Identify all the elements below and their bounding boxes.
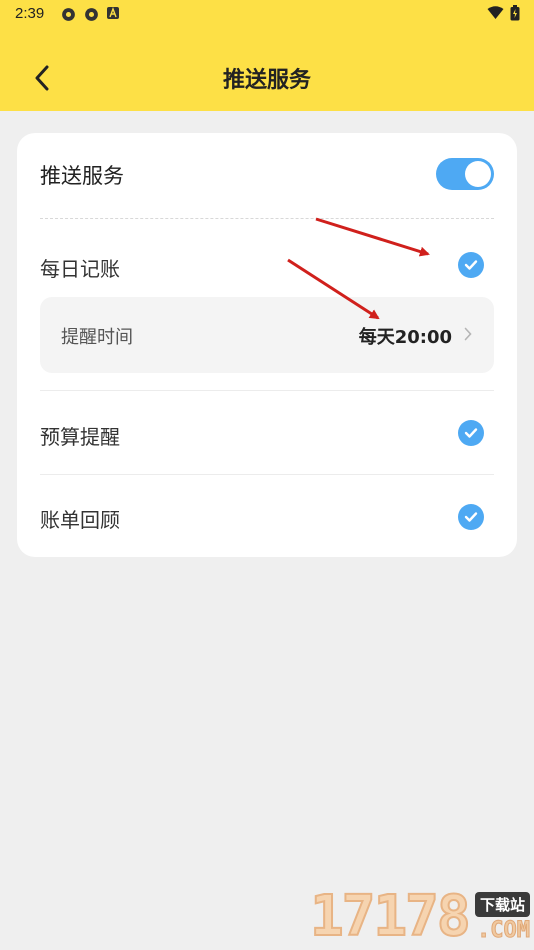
chevron-right-icon: [464, 327, 472, 341]
bill-review-checkbox[interactable]: [458, 504, 484, 530]
font-a-icon: [107, 7, 119, 19]
settings-gear-icon: [62, 8, 75, 21]
settings-card: 推送服务 每日记账 提醒时间 每天20:00 预算提醒 账单回顾: [17, 133, 517, 557]
dashed-divider: [40, 218, 494, 219]
status-icons-left: [60, 6, 120, 23]
divider: [40, 474, 494, 475]
budget-reminder-checkbox[interactable]: [458, 420, 484, 446]
status-bar: 2:39: [0, 0, 534, 28]
top-app-bar: 2:39 推送服务: [0, 0, 534, 111]
watermark-digits: 17178: [309, 883, 472, 950]
daily-bookkeeping-label: 每日记账: [40, 257, 120, 281]
watermark-logo: 17178 下载站 .COM: [309, 883, 534, 950]
divider: [40, 390, 494, 391]
battery-icon: [510, 5, 520, 21]
settings-gear-icon: [85, 8, 98, 21]
budget-reminder-label: 预算提醒: [40, 425, 120, 449]
daily-bookkeeping-checkbox[interactable]: [458, 252, 484, 278]
status-icons-right: [487, 5, 520, 21]
page-title: 推送服务: [222, 68, 311, 93]
checkmark-icon: [464, 428, 478, 438]
push-service-label: 推送服务: [40, 164, 124, 188]
checkmark-icon: [464, 260, 478, 270]
toggle-knob: [465, 161, 491, 187]
reminder-time-row[interactable]: 提醒时间 每天20:00: [40, 297, 494, 373]
bill-review-label: 账单回顾: [40, 508, 120, 532]
status-time: 2:39: [15, 5, 45, 22]
checkmark-icon: [464, 512, 478, 522]
reminder-time-label: 提醒时间: [61, 327, 133, 348]
reminder-time-value: 每天20:00: [358, 327, 452, 348]
watermark-domain: .COM: [477, 918, 531, 944]
watermark-tag: 下载站: [474, 892, 530, 917]
push-service-toggle[interactable]: [436, 158, 494, 190]
wifi-icon: [487, 6, 504, 19]
